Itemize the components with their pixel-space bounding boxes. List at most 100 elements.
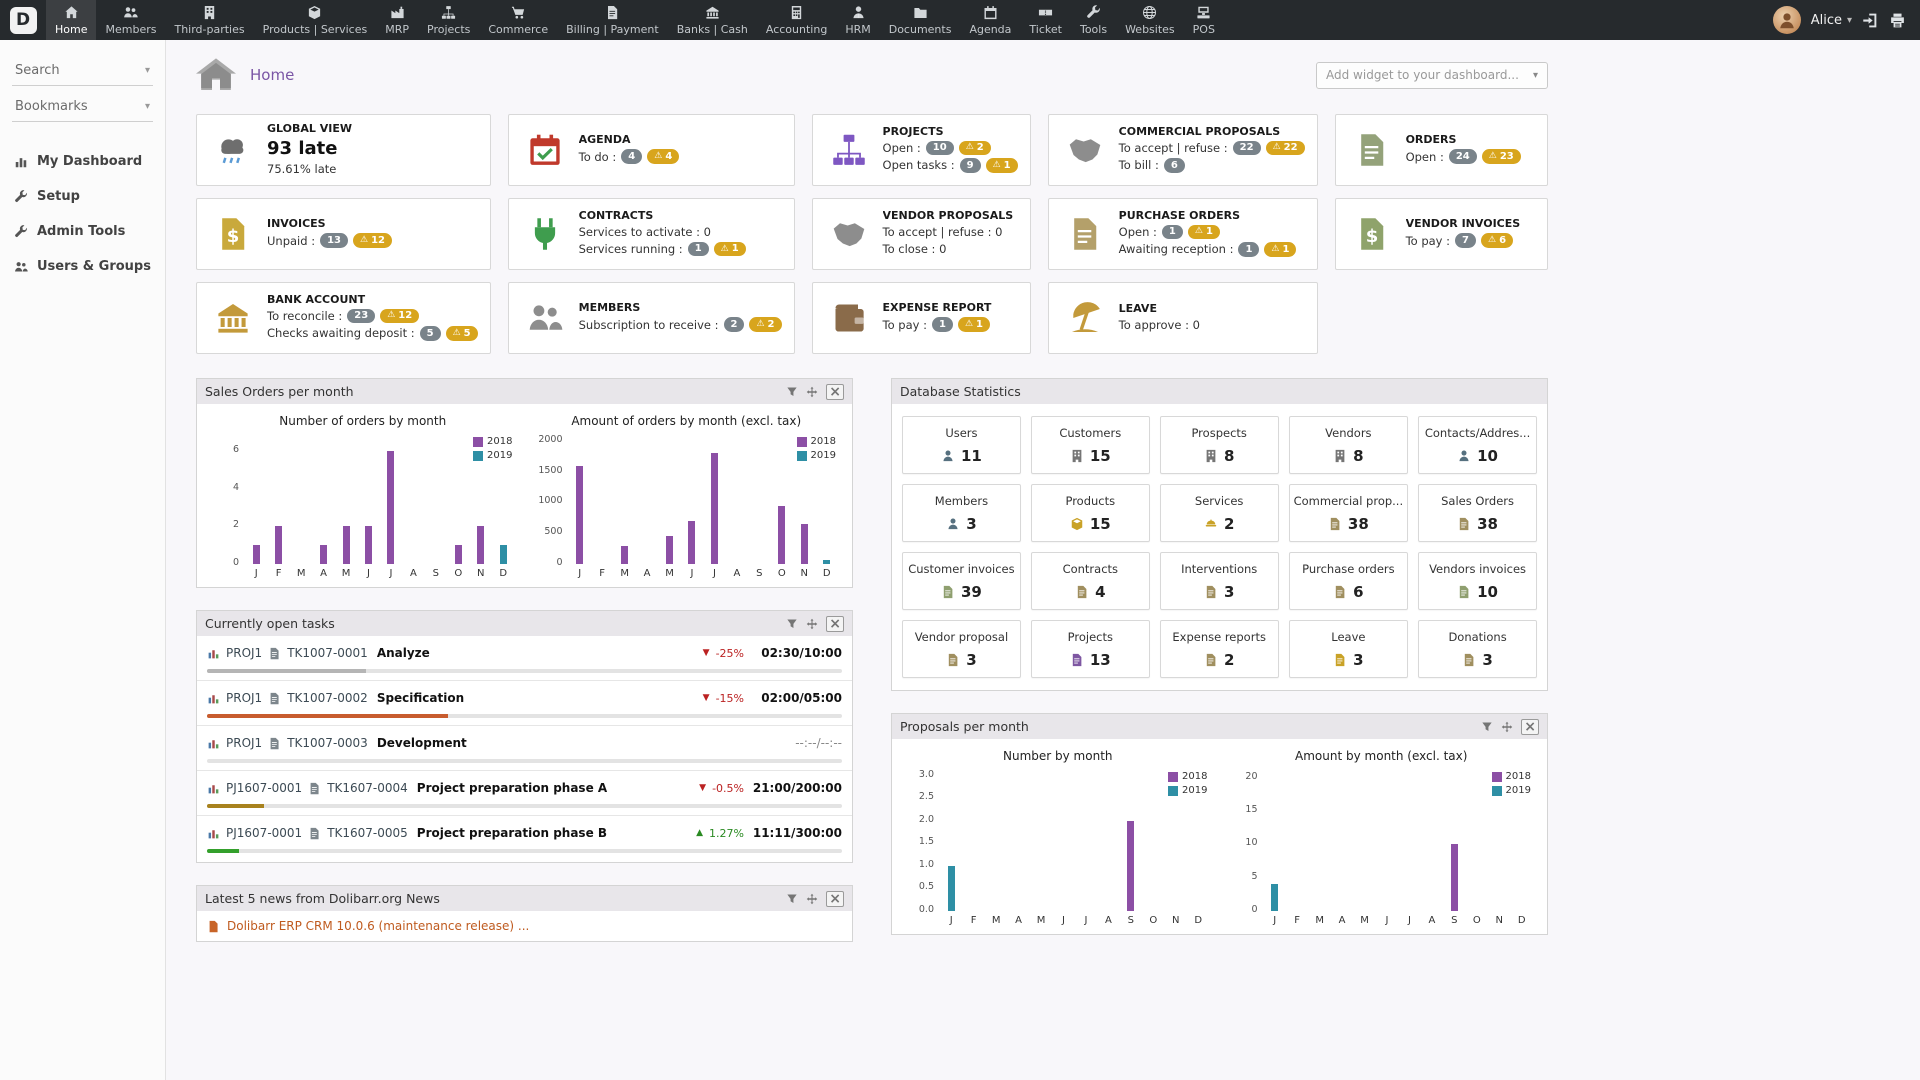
- filter-icon[interactable]: [786, 618, 798, 630]
- count-badge[interactable]: 4: [621, 149, 643, 164]
- bookmarks-select[interactable]: Bookmarks ▾: [12, 92, 153, 122]
- stat-customers[interactable]: Customers 15: [1030, 416, 1150, 474]
- stat-projects[interactable]: Projects 13: [1030, 620, 1150, 678]
- count-badge[interactable]: 1: [1238, 242, 1260, 257]
- widget-vendor-proposals[interactable]: VENDOR PROPOSALS To accept | refuse : 0 To…: [811, 198, 1031, 270]
- stat-services[interactable]: Services 2: [1159, 484, 1279, 542]
- logout-icon[interactable]: [1862, 12, 1879, 29]
- move-icon[interactable]: [806, 893, 818, 905]
- nav-item-documents[interactable]: Documents: [880, 0, 961, 40]
- widget-global-view[interactable]: GLOBAL VIEW 93 late 75.61% late: [196, 114, 491, 186]
- widget-contracts[interactable]: CONTRACTS Services to activate : 0 Service…: [507, 198, 795, 270]
- task-ref-link[interactable]: TK1007-0003: [287, 736, 368, 750]
- filter-icon[interactable]: [1481, 721, 1493, 733]
- stat-contracts[interactable]: Contracts 4: [1030, 552, 1150, 610]
- stat-commercial-prop[interactable]: Commercial prop... 38: [1288, 484, 1409, 542]
- widget-members[interactable]: MEMBERS Subscription to receive : 2 ⚠ 2: [507, 282, 795, 354]
- print-icon[interactable]: [1889, 12, 1906, 29]
- widget-commercial-proposals[interactable]: COMMERCIAL PROPOSALS To accept | refuse :…: [1047, 114, 1318, 186]
- stat-interventions[interactable]: Interventions 3: [1159, 552, 1279, 610]
- project-ref-link[interactable]: PROJ1: [226, 646, 262, 660]
- count-badge[interactable]: 10: [925, 140, 954, 155]
- warning-badge[interactable]: ⚠ 1: [957, 317, 990, 332]
- nav-item-hrm[interactable]: HRM: [836, 0, 879, 40]
- nav-item-banks-cash[interactable]: Banks | Cash: [668, 0, 757, 40]
- widget-orders[interactable]: ORDERS Open : 24 ⚠ 23: [1334, 114, 1548, 186]
- count-badge[interactable]: 24: [1448, 149, 1477, 164]
- avatar[interactable]: [1772, 6, 1801, 34]
- warning-badge[interactable]: ⚠ 1: [1187, 224, 1220, 239]
- nav-item-mrp[interactable]: MRP: [376, 0, 418, 40]
- project-ref-link[interactable]: PROJ1: [226, 691, 262, 705]
- sidebar-item-admin-tools[interactable]: Admin Tools: [0, 214, 165, 249]
- stat-vendors-invoices[interactable]: Vendors invoices 10: [1418, 552, 1537, 610]
- widget-leave[interactable]: LEAVE To approve : 0: [1047, 282, 1318, 354]
- sidebar-item-users-groups[interactable]: Users & Groups: [0, 249, 165, 284]
- count-badge[interactable]: 23: [347, 308, 376, 323]
- count-badge[interactable]: 13: [320, 233, 348, 248]
- widget-agenda[interactable]: AGENDA To do : 4 ⚠ 4: [507, 114, 795, 186]
- nav-item-products-services[interactable]: Products | Services: [254, 0, 377, 40]
- stat-users[interactable]: Users 11: [902, 416, 1021, 474]
- warning-badge[interactable]: ⚠ 2: [749, 317, 782, 332]
- stat-customer-invoices[interactable]: Customer invoices 39: [902, 552, 1021, 610]
- nav-item-members[interactable]: Members: [96, 0, 165, 40]
- close-icon[interactable]: ×: [826, 615, 844, 632]
- warning-badge[interactable]: ⚠ 1: [1264, 242, 1297, 257]
- task-ref-link[interactable]: TK1007-0002: [287, 691, 368, 705]
- count-badge[interactable]: 1: [1161, 224, 1183, 239]
- stat-donations[interactable]: Donations 3: [1418, 620, 1537, 678]
- widget-invoices[interactable]: $ INVOICES Unpaid : 13 ⚠ 12: [196, 198, 491, 270]
- nav-item-ticket[interactable]: Ticket: [1020, 0, 1071, 40]
- task-ref-link[interactable]: TK1607-0005: [327, 826, 408, 840]
- stat-products[interactable]: Products 15: [1030, 484, 1150, 542]
- count-badge[interactable]: 5: [419, 326, 441, 341]
- warning-badge[interactable]: ⚠ 12: [380, 308, 420, 323]
- warning-badge[interactable]: ⚠ 12: [353, 233, 392, 248]
- nav-item-projects[interactable]: Projects: [418, 0, 479, 40]
- project-ref-link[interactable]: PJ1607-0001: [226, 781, 302, 795]
- nav-item-home[interactable]: Home: [46, 0, 97, 40]
- warning-badge[interactable]: ⚠ 23: [1481, 149, 1521, 164]
- stat-vendors[interactable]: Vendors 8: [1288, 416, 1409, 474]
- news-link[interactable]: Dolibarr ERP CRM 10.0.6 (maintenance rel…: [227, 919, 529, 933]
- warning-badge[interactable]: ⚠ 6: [1481, 233, 1514, 248]
- stat-vendor-proposal[interactable]: Vendor proposal 3: [902, 620, 1021, 678]
- close-icon[interactable]: ×: [826, 890, 844, 907]
- warning-badge[interactable]: ⚠ 1: [985, 158, 1018, 173]
- news-item[interactable]: Dolibarr ERP CRM 10.0.6 (maintenance rel…: [197, 911, 852, 941]
- add-widget-select[interactable]: Add widget to your dashboard... ▾: [1316, 61, 1548, 89]
- sidebar-item-setup[interactable]: Setup: [0, 179, 165, 214]
- stat-sales-orders[interactable]: Sales Orders 38: [1418, 484, 1537, 542]
- count-badge[interactable]: 9: [959, 158, 981, 173]
- nav-item-accounting[interactable]: Accounting: [757, 0, 836, 40]
- filter-icon[interactable]: [786, 893, 798, 905]
- nav-item-tools[interactable]: Tools: [1071, 0, 1116, 40]
- count-badge[interactable]: 2: [723, 317, 745, 332]
- close-icon[interactable]: ×: [1521, 718, 1539, 735]
- user-menu[interactable]: Alice ▾: [1811, 13, 1852, 28]
- stat-members[interactable]: Members 3: [902, 484, 1021, 542]
- nav-item-third-parties[interactable]: Third-parties: [165, 0, 253, 40]
- stat-contacts-addres[interactable]: Contacts/Addres... 10: [1418, 416, 1537, 474]
- widget-bank-account[interactable]: BANK ACCOUNT To reconcile : 23 ⚠ 12 Checks aw…: [196, 282, 491, 354]
- move-icon[interactable]: [806, 618, 818, 630]
- stat-purchase-orders[interactable]: Purchase orders 6: [1288, 552, 1409, 610]
- sidebar-item-my-dashboard[interactable]: My Dashboard: [0, 144, 165, 179]
- nav-item-billing-payment[interactable]: Billing | Payment: [557, 0, 668, 40]
- task-ref-link[interactable]: TK1007-0001: [287, 646, 368, 660]
- task-ref-link[interactable]: TK1607-0004: [327, 781, 408, 795]
- widget-expense-report[interactable]: EXPENSE REPORT To pay : 1 ⚠ 1: [811, 282, 1031, 354]
- warning-badge[interactable]: ⚠ 1: [713, 241, 746, 257]
- project-ref-link[interactable]: PJ1607-0001: [226, 826, 302, 840]
- nav-item-websites[interactable]: Websites: [1116, 0, 1184, 40]
- count-badge[interactable]: 1: [687, 241, 709, 257]
- filter-icon[interactable]: [786, 386, 798, 398]
- stat-prospects[interactable]: Prospects 8: [1159, 416, 1279, 474]
- warning-badge[interactable]: ⚠ 22: [1265, 140, 1305, 155]
- count-badge[interactable]: 1: [931, 317, 953, 332]
- count-badge[interactable]: 22: [1232, 140, 1261, 155]
- warning-badge[interactable]: ⚠ 2: [958, 140, 991, 155]
- nav-item-pos[interactable]: POS: [1184, 0, 1224, 40]
- move-icon[interactable]: [1501, 721, 1513, 733]
